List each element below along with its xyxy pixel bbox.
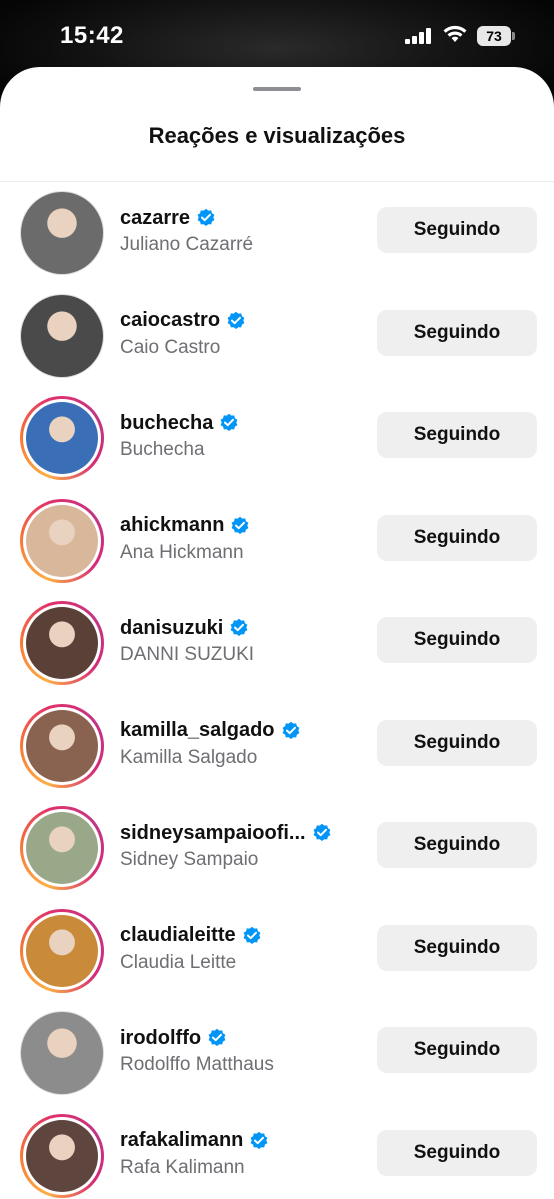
full-name: Rafa Kalimann bbox=[120, 1156, 245, 1178]
username[interactable]: danisuzuki bbox=[120, 617, 223, 640]
avatar[interactable] bbox=[20, 806, 104, 890]
username-line: irodolffo bbox=[120, 1026, 227, 1050]
battery-level: 73 bbox=[477, 26, 511, 46]
viewer-list: cazarre Juliano Cazarré Seguindo caiocas… bbox=[0, 181, 554, 1199]
avatar-image bbox=[21, 294, 103, 377]
verified-badge-icon bbox=[281, 721, 301, 741]
cellular-signal-icon bbox=[405, 28, 431, 44]
full-name: Juliano Cazarré bbox=[120, 234, 254, 255]
avatar[interactable] bbox=[20, 396, 104, 480]
status-bar: 15:42 73 bbox=[0, 0, 554, 70]
avatar[interactable] bbox=[20, 703, 104, 788]
list-item[interactable]: buchecha Buchecha Seguindo bbox=[0, 386, 554, 489]
avatar-image bbox=[26, 607, 98, 679]
avatar-image bbox=[26, 1119, 98, 1192]
username-line: danisuzuki bbox=[120, 616, 249, 640]
following-button[interactable]: Seguindo bbox=[377, 309, 537, 356]
username-line: buchecha bbox=[120, 411, 239, 435]
sheet-title: Reações e visualizações bbox=[148, 123, 406, 148]
full-name: Sidney Sampaio bbox=[120, 849, 259, 870]
following-button[interactable]: Seguindo bbox=[377, 207, 537, 253]
verified-badge-icon bbox=[226, 311, 246, 331]
avatar-image bbox=[26, 402, 98, 474]
username[interactable]: caiocastro bbox=[120, 309, 220, 332]
full-name: Rodolffo Matthaus bbox=[120, 1054, 274, 1075]
list-item[interactable]: claudialeitte Claudia Leitte Seguindo bbox=[0, 899, 554, 1002]
verified-badge-icon bbox=[229, 618, 249, 638]
verified-badge-icon bbox=[312, 823, 332, 843]
full-name: Caio Castro bbox=[120, 336, 221, 358]
list-item[interactable]: irodolffo Rodolffo Matthaus Seguindo bbox=[0, 1001, 554, 1104]
verified-badge-icon bbox=[219, 413, 239, 433]
avatar[interactable] bbox=[20, 601, 104, 685]
avatar[interactable] bbox=[20, 293, 104, 378]
username[interactable]: ahickmann bbox=[120, 514, 224, 537]
verified-badge-icon bbox=[242, 926, 262, 946]
list-item[interactable]: cazarre Juliano Cazarré Seguindo bbox=[0, 181, 554, 284]
sheet-grabber[interactable] bbox=[253, 87, 301, 91]
username-line: kamilla_salgado bbox=[120, 719, 301, 743]
username[interactable]: buchecha bbox=[120, 412, 213, 435]
username[interactable]: sidneysampaioofi... bbox=[120, 822, 306, 845]
following-button[interactable]: Seguindo bbox=[377, 822, 537, 868]
verified-badge-icon bbox=[196, 208, 216, 228]
username-line: cazarre bbox=[120, 206, 216, 230]
avatar-image bbox=[26, 504, 98, 577]
reactions-sheet: Reações e visualizações cazarre Juliano … bbox=[0, 67, 554, 1199]
battery-icon: 73 bbox=[477, 26, 515, 46]
username-line: rafakalimann bbox=[120, 1129, 269, 1153]
avatar-image bbox=[21, 192, 103, 274]
wifi-icon bbox=[443, 25, 467, 42]
full-name: DANNI SUZUKI bbox=[120, 644, 255, 665]
username-line: ahickmann bbox=[120, 514, 250, 538]
full-name: Claudia Leitte bbox=[120, 951, 237, 973]
verified-badge-icon bbox=[249, 1131, 269, 1151]
list-item[interactable]: danisuzuki DANNI SUZUKI Seguindo bbox=[0, 591, 554, 694]
username[interactable]: claudialeitte bbox=[120, 924, 236, 947]
following-button[interactable]: Seguindo bbox=[377, 924, 537, 971]
list-item[interactable]: sidneysampaioofi... Sidney Sampaio Segui… bbox=[0, 796, 554, 899]
username-line: claudialeitte bbox=[120, 924, 262, 948]
avatar[interactable] bbox=[20, 498, 104, 583]
avatar-image bbox=[26, 709, 98, 782]
avatar-image bbox=[26, 914, 98, 987]
verified-badge-icon bbox=[230, 516, 250, 536]
avatar[interactable] bbox=[20, 908, 104, 993]
username-line: sidneysampaioofi... bbox=[120, 821, 332, 845]
avatar[interactable] bbox=[20, 1113, 104, 1198]
list-item[interactable]: rafakalimann Rafa Kalimann Seguindo bbox=[0, 1104, 554, 1199]
avatar-image bbox=[21, 1012, 103, 1094]
following-button[interactable]: Seguindo bbox=[377, 617, 537, 663]
full-name: Buchecha bbox=[120, 439, 205, 460]
following-button[interactable]: Seguindo bbox=[377, 514, 537, 561]
username[interactable]: cazarre bbox=[120, 207, 190, 230]
username[interactable]: rafakalimann bbox=[120, 1129, 243, 1152]
full-name: Ana Hickmann bbox=[120, 541, 244, 563]
status-time: 15:42 bbox=[60, 22, 124, 49]
list-item[interactable]: caiocastro Caio Castro Seguindo bbox=[0, 284, 554, 387]
verified-badge-icon bbox=[207, 1028, 227, 1048]
following-button[interactable]: Seguindo bbox=[377, 1129, 537, 1176]
username[interactable]: irodolffo bbox=[120, 1027, 201, 1050]
following-button[interactable]: Seguindo bbox=[377, 412, 537, 458]
following-button[interactable]: Seguindo bbox=[377, 719, 537, 766]
avatar[interactable] bbox=[20, 191, 104, 275]
avatar-image bbox=[26, 812, 98, 884]
full-name: Kamilla Salgado bbox=[120, 746, 258, 768]
list-item[interactable]: kamilla_salgado Kamilla Salgado Seguindo bbox=[0, 694, 554, 797]
list-item[interactable]: ahickmann Ana Hickmann Seguindo bbox=[0, 489, 554, 592]
avatar[interactable] bbox=[20, 1011, 104, 1095]
following-button[interactable]: Seguindo bbox=[377, 1027, 537, 1073]
username-line: caiocastro bbox=[120, 309, 246, 333]
username[interactable]: kamilla_salgado bbox=[120, 719, 275, 742]
